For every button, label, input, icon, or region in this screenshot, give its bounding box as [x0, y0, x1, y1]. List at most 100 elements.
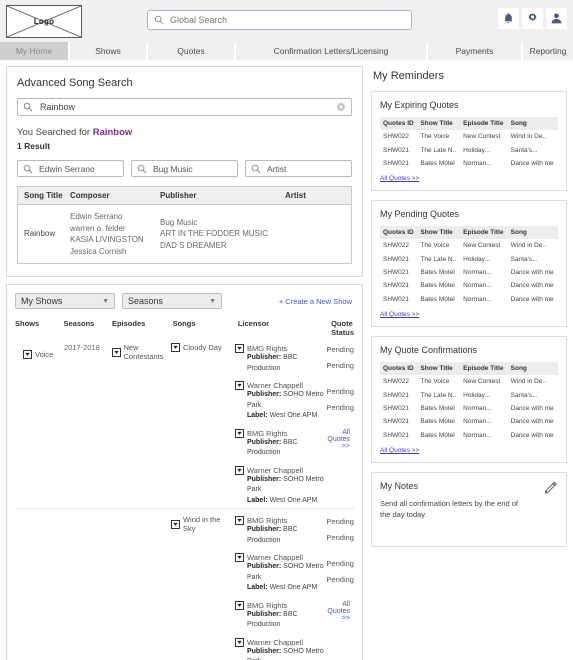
table-cell: Wind in De..: [510, 133, 547, 141]
card-title: My Pending Quotes: [380, 209, 460, 220]
expand-licensor-icon[interactable]: [234, 428, 244, 438]
table-cell: SHW021: [383, 391, 410, 399]
table-cell: Holiday...: [463, 391, 490, 399]
search-icon: [251, 164, 261, 173]
table-row[interactable]: SHW021 Bates Motel Norman... Dance with me: [380, 266, 558, 279]
table-row[interactable]: Rainbow Edwin Serrano warren o. felder K…: [18, 205, 351, 263]
table-row[interactable]: SHW022 The Voice New Contest Wind in De..: [380, 375, 558, 388]
expand-show-icon[interactable]: [23, 350, 32, 360]
global-search-box[interactable]: [147, 10, 412, 30]
notification-bell-button[interactable]: [498, 8, 519, 29]
licensor-block: Warner ChappellPublisher: SOHO Metro Par…: [234, 548, 326, 596]
table-cell: Holiday...: [463, 255, 490, 263]
column-header-licensor: Licensor: [237, 319, 270, 329]
artist-filter-value: Artist: [267, 163, 287, 174]
licensor-publisher: Publisher: BBC Production: [246, 526, 298, 544]
all-quotes-link[interactable]: All Quotes >>: [326, 423, 354, 452]
table-row[interactable]: SHW021 Bates Motel Norman... Dance with me: [380, 157, 558, 170]
main-navigation-tabs: My Home Shows Quotes Confirmation Letters/L…: [0, 42, 573, 60]
expand-licensor-icon[interactable]: [234, 516, 244, 526]
all-quotes-link[interactable]: All Quotes >>: [326, 595, 354, 624]
card-title: My Quote Confirmations: [380, 345, 478, 355]
table-cell: Dance with me: [510, 431, 554, 439]
publisher-filter[interactable]: Bug Music: [131, 160, 238, 177]
licensor-publisher: Publisher: SOHO Metro Park: [246, 475, 324, 494]
expand-licensor-icon[interactable]: [234, 637, 244, 647]
expand-licensor-icon[interactable]: [234, 465, 244, 475]
tab-confirmation-letters-licensing[interactable]: Confirmation Letters/Licensing: [236, 42, 428, 60]
composer-filter[interactable]: Edwin Serrano: [17, 160, 124, 177]
expand-licensor-icon[interactable]: [234, 344, 244, 354]
my-shows-select[interactable]: My Shows ▼: [15, 293, 115, 310]
all-quotes-link[interactable]: All Quotes >>: [380, 447, 419, 454]
search-filter-row: Edwin Serrano Bug Music Artist: [17, 160, 352, 177]
user-profile-button[interactable]: [546, 8, 567, 29]
column-header: Episode Title: [460, 226, 508, 240]
table-row[interactable]: SHW022 The Voice New Contest Wind in De..: [380, 130, 558, 143]
table-row[interactable]: SHW021 Bates Motel Norman... Dance with me: [380, 402, 558, 415]
my-notes-title: My Notes: [380, 480, 419, 491]
column-header: Song: [507, 117, 558, 130]
table-row[interactable]: Voice 2017-2018 New Contestants Cloudy Day B…: [15, 337, 354, 508]
expand-licensor-icon[interactable]: [234, 600, 244, 610]
artist-filter[interactable]: Artist: [245, 160, 352, 177]
table-cell: SHW021: [383, 146, 410, 154]
settings-gear-button[interactable]: [522, 8, 543, 29]
clear-search-icon[interactable]: [336, 102, 346, 112]
table-row[interactable]: SHW022 The Voice New Contest Wind in De..: [380, 239, 558, 252]
tab-reporting[interactable]: Reporting: [523, 42, 573, 60]
shows-column-headers: Shows Seasons Episodes Songs Licensor Qu…: [15, 319, 354, 337]
tab-shows[interactable]: Shows: [70, 42, 148, 60]
licensor-publisher: Publisher: SOHO Metro Park: [246, 563, 324, 581]
table-row[interactable]: SHW021 Bates Motel Norman... Dance with me: [380, 279, 558, 292]
table-header-row: Quotes ID Show Title Episode Title Song: [380, 362, 558, 375]
licensor-block: BMG Rights Publisher: BBC Production: [234, 424, 326, 461]
table-cell: SHW021: [383, 431, 410, 439]
table-row[interactable]: SHW021 The Late N.. Holiday... Santa's...: [380, 143, 558, 156]
create-new-show-link[interactable]: + Create a New Show: [279, 297, 352, 306]
seasons-select[interactable]: Seasons ▼: [122, 293, 222, 310]
column-header: Quotes ID: [380, 226, 418, 240]
reminder-card: My Expiring Quotes Quotes ID Show Title Epi…: [371, 91, 567, 192]
tab-my-home[interactable]: My Home: [0, 42, 70, 60]
licensor-publisher: Publisher: BBC Production: [246, 610, 298, 629]
table-cell: Dance with me: [510, 295, 554, 303]
column-header-quote-status: Quote Status: [331, 319, 354, 338]
expand-song-icon[interactable]: [170, 519, 180, 529]
column-header: Show Title: [417, 117, 461, 130]
table-cell: SHW021: [383, 295, 410, 303]
table-cell: Bates Motel: [420, 295, 455, 303]
quote-status: Pending: [326, 361, 354, 371]
app-logo[interactable]: Logo: [6, 4, 82, 38]
advanced-search-title: Advanced Song Search: [17, 77, 133, 89]
table-cell: Dance with me: [510, 282, 554, 290]
quote-status: Pending: [326, 403, 354, 413]
table-row[interactable]: SHW021 Bates Motel Norman... Dance with me: [380, 429, 558, 442]
table-row[interactable]: SHW021 Bates Motel Norman... Dance with me: [380, 415, 558, 428]
all-quotes-link[interactable]: All Quotes >>: [380, 311, 419, 318]
user-profile-icon: [551, 13, 562, 24]
song-search-value: Rainbow: [40, 102, 76, 112]
global-search-input[interactable]: [170, 15, 405, 25]
reminders-sidebar: My Reminders My Expiring Quotes Quotes ID…: [371, 66, 567, 660]
song-search-field[interactable]: Rainbow: [17, 98, 352, 116]
table-row[interactable]: Wind in the Sky BMG Rights Publisher: BBC …: [15, 508, 354, 660]
table-row[interactable]: SHW021 The Late N.. Holiday... Santa's...: [380, 253, 558, 266]
expand-licensor-icon[interactable]: [234, 553, 244, 563]
chevron-down-icon: ▼: [102, 297, 109, 305]
tab-quotes[interactable]: Quotes: [148, 42, 236, 60]
all-quotes-link[interactable]: All Quotes >>: [380, 175, 419, 182]
expand-song-icon[interactable]: [170, 343, 180, 353]
table-row[interactable]: SHW021 The Late N.. Holiday... Santa's...: [380, 388, 558, 401]
table-cell: Norman...: [463, 418, 492, 426]
cell-licensors: BMG Rights Publisher: BBC Production Warne…: [234, 509, 326, 660]
expand-episode-icon[interactable]: [111, 347, 121, 357]
column-header: Quotes ID: [380, 362, 418, 375]
pencil-edit-icon[interactable]: [544, 480, 558, 494]
tab-payments[interactable]: Payments: [428, 42, 523, 60]
licensor-block: BMG Rights Publisher: BBC Production: [234, 339, 326, 376]
quote-status: Pending: [326, 559, 354, 569]
table-cell: SHW021: [383, 159, 410, 167]
expand-licensor-icon[interactable]: [234, 381, 244, 391]
table-row[interactable]: SHW021 Bates Motel Norman... Dance with me: [380, 293, 558, 306]
